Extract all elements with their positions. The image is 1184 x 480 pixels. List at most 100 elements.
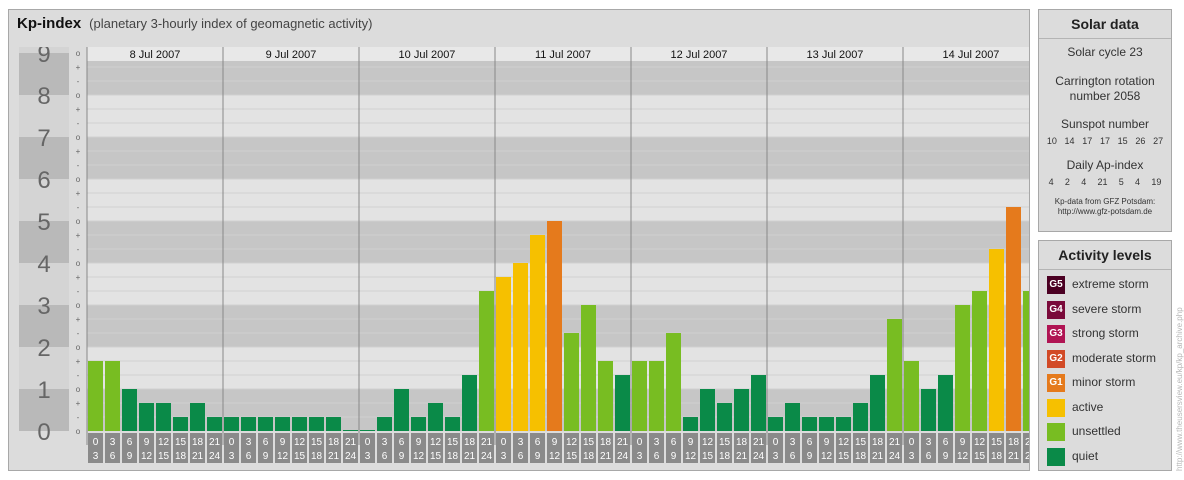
minor-tick-label: +: [76, 63, 81, 72]
kp-bar: [989, 249, 1004, 431]
hour-end-label: 18: [175, 451, 187, 462]
solar-data-panel: Solar data Solar cycle 23 Carrington rot…: [1038, 9, 1172, 232]
sunspot-value: 17: [1082, 136, 1093, 146]
hour-start-label: 21: [209, 437, 221, 448]
y-band: [87, 95, 1029, 137]
sunspot-value: 26: [1135, 136, 1146, 146]
ap-value: 4: [1135, 177, 1141, 187]
kp-bar: [326, 417, 341, 431]
hour-end-label: 21: [328, 451, 340, 462]
minor-tick-label: o: [76, 259, 81, 268]
hour-start-label: 21: [753, 437, 765, 448]
hour-start-label: 0: [909, 437, 915, 448]
legend-swatch: [1047, 423, 1065, 441]
hour-end-label: 21: [600, 451, 612, 462]
legend-item: G5 extreme storm: [1039, 274, 1171, 299]
hour-start-label: 12: [838, 437, 850, 448]
ap-title: Daily Ap-index: [1066, 158, 1144, 172]
hour-start-label: 12: [702, 437, 714, 448]
minor-tick-label: o: [76, 343, 81, 352]
kp-bar: [462, 375, 477, 431]
day-label: 11 Jul 2007: [535, 49, 591, 61]
minor-tick-label: -: [77, 287, 80, 296]
kp-bar: [921, 389, 936, 431]
minor-tick-label: -: [77, 161, 80, 170]
solar-data-title: Solar data: [1039, 10, 1171, 39]
hour-end-label: 6: [926, 451, 932, 462]
kp-bar: [292, 417, 307, 431]
kp-bar: [938, 375, 953, 431]
legend-swatch: [1047, 398, 1065, 417]
hour-end-label: 24: [481, 451, 493, 462]
hour-start-label: 0: [365, 437, 371, 448]
minor-tick-label: o: [76, 217, 81, 226]
day-label: 13 Jul 2007: [807, 49, 864, 61]
kp-bar: [258, 417, 273, 431]
hour-end-label: 21: [1008, 451, 1020, 462]
legend-label: strong storm: [1072, 326, 1139, 340]
hour-end-label: 18: [719, 451, 731, 462]
minor-tick-label: +: [76, 231, 81, 240]
hour-end-label: 9: [263, 451, 269, 462]
hour-start-label: 12: [430, 437, 442, 448]
hour-start-label: 15: [311, 437, 323, 448]
kp-bar: [122, 389, 137, 431]
hour-start-label: 3: [110, 437, 116, 448]
kp-bar: [156, 402, 171, 431]
hour-end-label: 18: [855, 451, 867, 462]
hour-start-label: 15: [447, 437, 459, 448]
minor-tick-label: o: [76, 133, 81, 142]
chart-subtitle: (planetary 3-hourly index of geomagnetic…: [89, 16, 373, 31]
day-label: 8 Jul 2007: [130, 49, 181, 61]
kp-bar: [411, 417, 426, 431]
hour-start-label: 6: [807, 437, 813, 448]
hour-end-label: 24: [753, 451, 765, 462]
ap-value: 4: [1081, 177, 1087, 187]
minor-tick-label: -: [77, 119, 80, 128]
hour-end-label: 12: [141, 451, 153, 462]
hour-start-label: 3: [926, 437, 932, 448]
hour-end-label: 18: [583, 451, 595, 462]
y-tick-label: 9: [37, 47, 50, 68]
sunspot-values: 10 14 17 17 15 26 27: [1039, 136, 1171, 146]
kp-bar: [394, 389, 409, 431]
ap-values: 4 2 4 21 5 4 19: [1039, 177, 1171, 187]
hour-end-label: 15: [158, 451, 170, 462]
hour-start-label: 9: [280, 437, 286, 448]
hour-end-label: 12: [413, 451, 425, 462]
kp-bar: [955, 305, 970, 431]
minor-tick-label: -: [77, 371, 80, 380]
legend-label: unsettled: [1072, 424, 1121, 438]
hour-end-label: 9: [399, 451, 405, 462]
sunspot-value: 17: [1099, 136, 1110, 146]
legend-item: quiet: [1039, 446, 1171, 471]
legend-swatch: G5: [1047, 276, 1065, 294]
y-tick-label: 2: [37, 335, 50, 362]
kp-bar: [88, 360, 103, 431]
hour-start-label: 6: [399, 437, 405, 448]
kp-bar: [173, 417, 188, 431]
kp-bar: [564, 333, 579, 431]
hour-start-label: 3: [246, 437, 252, 448]
ap-value: 5: [1118, 177, 1124, 187]
kp-bar: [513, 263, 528, 431]
legend-label: moderate storm: [1072, 350, 1157, 365]
hour-start-label: 0: [501, 437, 507, 448]
hour-start-label: 3: [518, 437, 524, 448]
hour-end-label: 18: [991, 451, 1003, 462]
minor-tick-label: -: [77, 77, 80, 86]
hour-start-label: 18: [328, 437, 340, 448]
kp-bar: [1023, 291, 1029, 431]
minor-tick-label: +: [76, 105, 81, 114]
kp-bar: [870, 375, 885, 431]
sunspot-value: 27: [1153, 136, 1164, 146]
hour-end-label: 12: [277, 451, 289, 462]
hour-end-label: 3: [637, 451, 643, 462]
hour-end-label: 3: [909, 451, 915, 462]
minor-tick-label: +: [76, 315, 81, 324]
hour-end-label: 9: [943, 451, 949, 462]
kp-bar: [139, 402, 154, 431]
legend-swatch: G3: [1047, 325, 1065, 343]
hour-end-label: 12: [957, 451, 969, 462]
kp-bar: [275, 417, 290, 431]
